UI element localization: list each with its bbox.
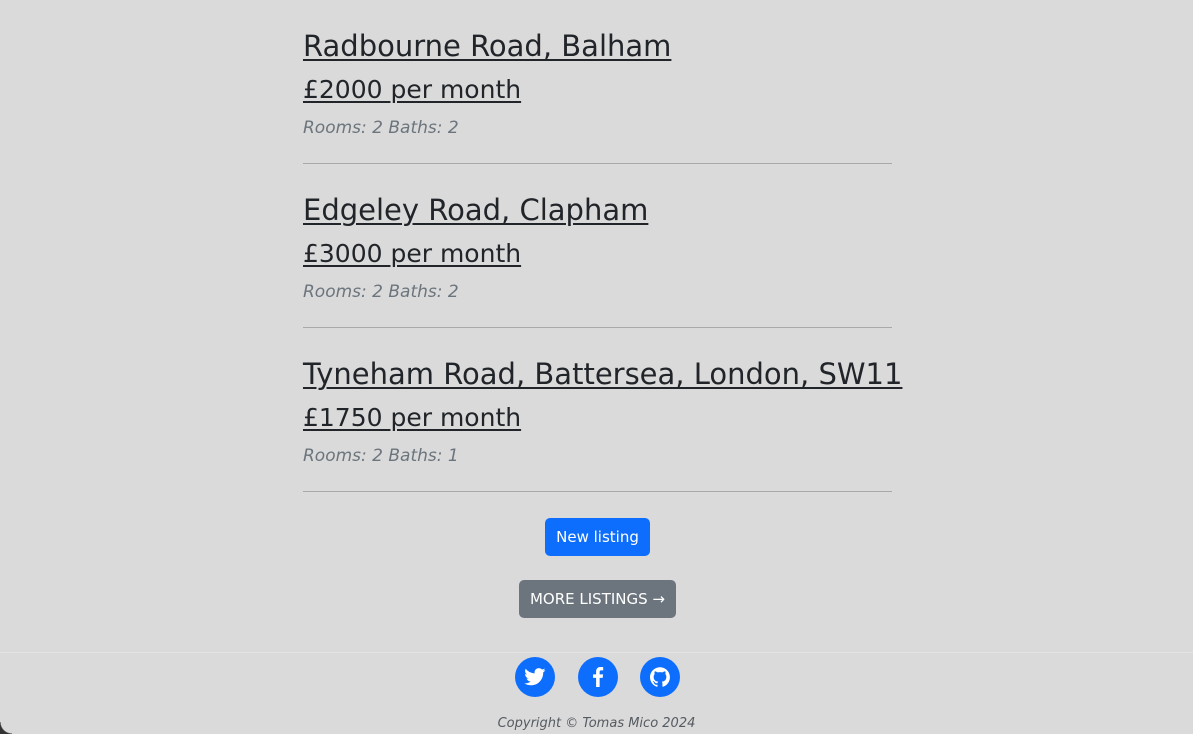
facebook-link[interactable] — [578, 657, 618, 697]
listing-title-link[interactable]: Radbourne Road, Balham — [303, 28, 671, 64]
listing-rooms-baths: Rooms: 2 Baths: 1 — [303, 446, 459, 466]
twitter-link[interactable] — [515, 657, 555, 697]
new-listing-button[interactable]: New listing — [545, 518, 650, 556]
copyright-text: Copyright © Tomas Mico 2024 — [497, 716, 696, 731]
more-listings-button[interactable]: MORE LISTINGS → — [519, 580, 676, 618]
listing-price-link[interactable]: £2000 per month — [303, 74, 521, 106]
listing-rooms-baths: Rooms: 2 Baths: 2 — [303, 118, 459, 138]
github-icon — [650, 667, 670, 687]
github-link[interactable] — [640, 657, 680, 697]
twitter-icon — [524, 668, 546, 686]
footer-divider — [0, 652, 1193, 653]
facebook-icon — [592, 667, 604, 687]
listing-price-link[interactable]: £1750 per month — [303, 402, 521, 434]
listing-title-link[interactable]: Tyneham Road, Battersea, London, SW11 — [303, 356, 902, 392]
listing-item: Edgeley Road, Clapham £3000 per month Ro… — [303, 164, 892, 328]
listing-title-link[interactable]: Edgeley Road, Clapham — [303, 192, 648, 228]
listings-list: Radbourne Road, Balham £2000 per month R… — [303, 0, 902, 492]
listing-price-link[interactable]: £3000 per month — [303, 238, 521, 270]
window-corner — [0, 722, 12, 734]
listing-item: Radbourne Road, Balham £2000 per month R… — [303, 0, 892, 164]
listing-rooms-baths: Rooms: 2 Baths: 2 — [303, 282, 459, 302]
listing-item: Tyneham Road, Battersea, London, SW11 £1… — [303, 328, 902, 492]
page: Radbourne Road, Balham £2000 per month R… — [0, 0, 1193, 734]
